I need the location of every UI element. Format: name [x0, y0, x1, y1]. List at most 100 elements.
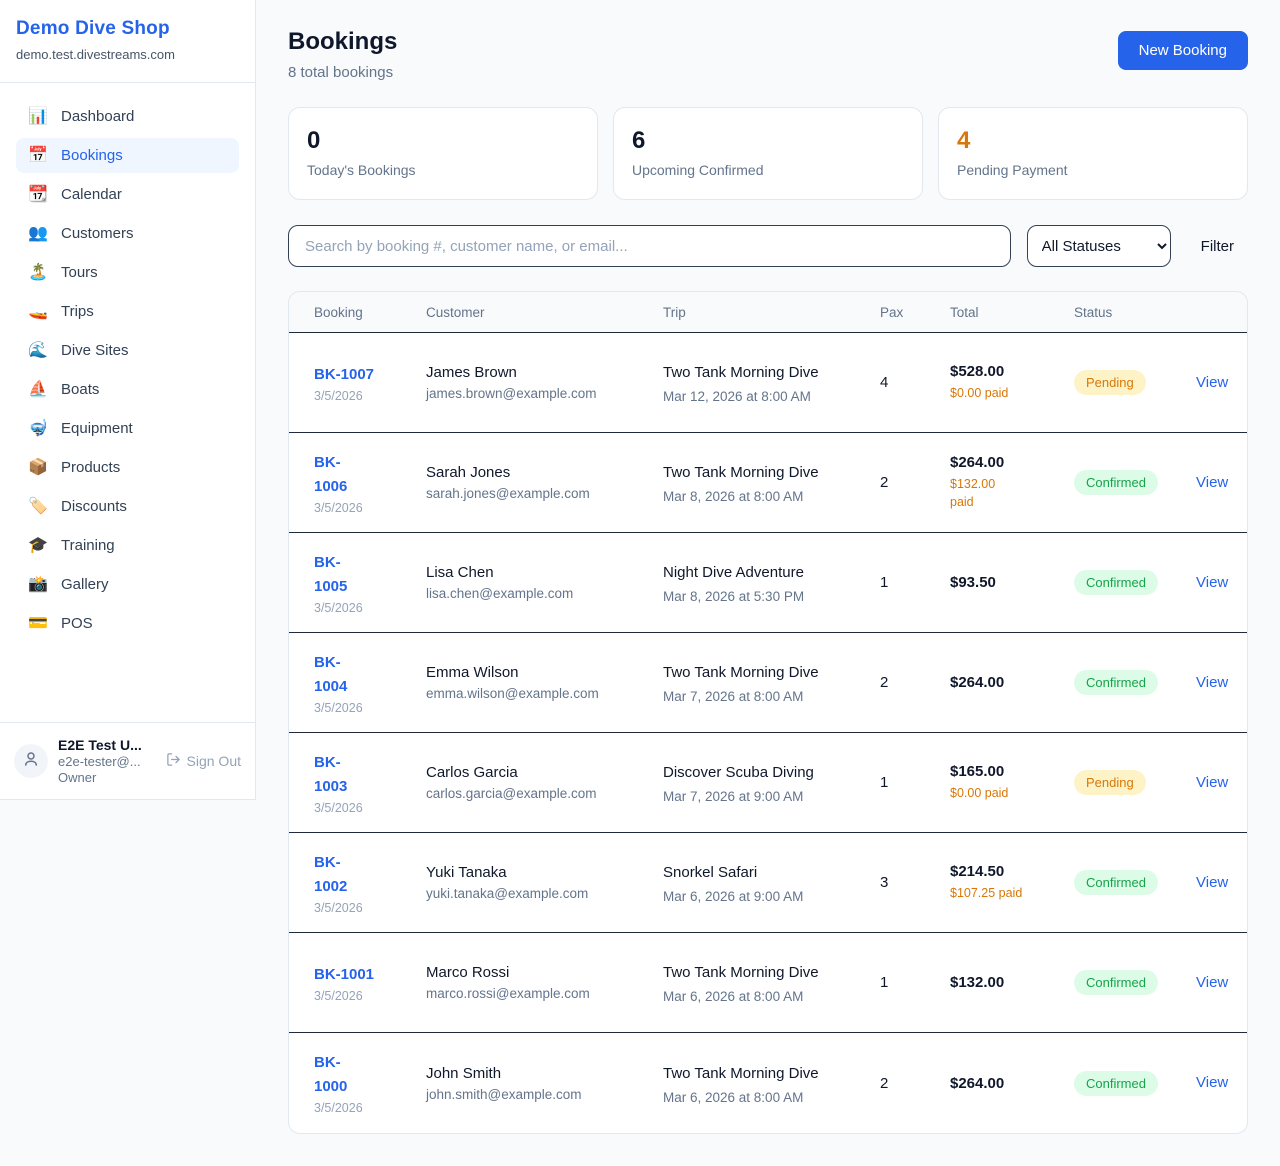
pax-value: 2 [880, 474, 950, 491]
sidebar-item-gallery[interactable]: 📸 Gallery [16, 567, 239, 602]
booking-date: 3/5/2026 [314, 601, 412, 615]
credit-card-icon: 💳 [28, 616, 48, 632]
pax-value: 4 [880, 374, 950, 391]
sidebar-item-pos[interactable]: 💳 POS [16, 606, 239, 641]
sidebar-item-trips[interactable]: 🚤 Trips [16, 294, 239, 329]
column-header-pax: Pax [880, 305, 950, 320]
customer-name: James Brown [426, 364, 649, 381]
pax-value: 1 [880, 574, 950, 591]
customer-email: carlos.garcia@example.com [426, 786, 649, 801]
customer-email: sarah.jones@example.com [426, 486, 649, 501]
view-link[interactable]: View [1196, 874, 1228, 891]
sidebar-item-tours[interactable]: 🏝️ Tours [16, 255, 239, 290]
sidebar-item-calendar[interactable]: 📆 Calendar [16, 177, 239, 212]
pax-value: 1 [880, 774, 950, 791]
trip-datetime: Mar 12, 2026 at 8:00 AM [663, 389, 866, 404]
table-row: BK- 1003 3/5/2026 Carlos Garcia carlos.g… [289, 733, 1247, 833]
customer-name: Emma Wilson [426, 664, 649, 681]
status-badge: Confirmed [1074, 670, 1158, 695]
person-icon [22, 750, 40, 773]
status-badge: Pending [1074, 370, 1146, 395]
column-header-status: Status [1074, 305, 1196, 320]
view-link[interactable]: View [1196, 474, 1228, 491]
stat-card-pending-payment: 4 Pending Payment [938, 107, 1248, 200]
sailboat-icon: ⛵ [28, 382, 48, 398]
shop-domain: demo.test.divestreams.com [16, 47, 239, 62]
island-icon: 🏝️ [28, 265, 48, 281]
status-badge: Confirmed [1074, 970, 1158, 995]
sidebar-nav: 📊 Dashboard 📅 Bookings 📆 Calendar 👥 Cust… [0, 83, 255, 722]
column-header-total: Total [950, 305, 1074, 320]
user-email: e2e-tester@... [58, 754, 156, 769]
sidebar-item-customers[interactable]: 👥 Customers [16, 216, 239, 251]
booking-date: 3/5/2026 [314, 389, 412, 403]
user-info: E2E Test U... e2e-tester@... Owner [58, 737, 156, 785]
user-name: E2E Test U... [58, 737, 156, 753]
customer-name: Yuki Tanaka [426, 864, 649, 881]
booking-id-link[interactable]: BK- 1003 [314, 751, 347, 799]
stat-label: Today's Bookings [307, 162, 579, 178]
total-amount: $93.50 [950, 574, 1060, 591]
page-header: Bookings 8 total bookings New Booking [288, 28, 1248, 81]
sidebar-item-training[interactable]: 🎓 Training [16, 528, 239, 563]
sidebar-item-bookings[interactable]: 📅 Bookings [16, 138, 239, 173]
sign-out-button[interactable]: Sign Out [166, 752, 241, 770]
view-link[interactable]: View [1196, 574, 1228, 591]
sidebar-item-dashboard[interactable]: 📊 Dashboard [16, 99, 239, 134]
trip-name: Two Tank Morning Dive [663, 961, 841, 985]
speedboat-icon: 🚤 [28, 304, 48, 320]
view-link[interactable]: View [1196, 674, 1228, 691]
trip-name: Two Tank Morning Dive [663, 1062, 841, 1086]
customer-email: emma.wilson@example.com [426, 686, 649, 701]
view-link[interactable]: View [1196, 374, 1228, 391]
trip-name: Two Tank Morning Dive [663, 661, 841, 685]
customer-email: john.smith@example.com [426, 1087, 649, 1102]
view-link[interactable]: View [1196, 1074, 1228, 1091]
table-row: BK- 1002 3/5/2026 Yuki Tanaka yuki.tanak… [289, 833, 1247, 933]
customer-email: james.brown@example.com [426, 386, 649, 401]
sidebar-item-boats[interactable]: ⛵ Boats [16, 372, 239, 407]
status-badge: Confirmed [1074, 570, 1158, 595]
booking-date: 3/5/2026 [314, 901, 412, 915]
total-amount: $528.00 [950, 363, 1060, 380]
new-booking-button[interactable]: New Booking [1118, 31, 1248, 70]
search-input[interactable] [288, 225, 1011, 267]
booking-id-link[interactable]: BK-1007 [314, 363, 374, 387]
booking-id-link[interactable]: BK- 1006 [314, 451, 347, 499]
calendar-icon: 📆 [28, 187, 48, 203]
stat-label: Pending Payment [957, 162, 1229, 178]
trip-datetime: Mar 8, 2026 at 8:00 AM [663, 489, 866, 504]
status-select[interactable]: All Statuses [1027, 225, 1171, 267]
sidebar-item-equipment[interactable]: 🤿 Equipment [16, 411, 239, 446]
user-role: Owner [58, 770, 156, 785]
booking-id-link[interactable]: BK- 1004 [314, 651, 347, 699]
sidebar-header: Demo Dive Shop demo.test.divestreams.com [0, 0, 255, 83]
sidebar-user-section: E2E Test U... e2e-tester@... Owner Sign … [0, 722, 255, 799]
trip-datetime: Mar 6, 2026 at 9:00 AM [663, 889, 866, 904]
filter-button[interactable]: Filter [1187, 238, 1248, 255]
sidebar-item-products[interactable]: 📦 Products [16, 450, 239, 485]
booking-id-link[interactable]: BK- 1000 [314, 1051, 347, 1099]
table-row: BK- 1004 3/5/2026 Emma Wilson emma.wilso… [289, 633, 1247, 733]
trip-name: Two Tank Morning Dive [663, 461, 841, 485]
sidebar-item-dive-sites[interactable]: 🌊 Dive Sites [16, 333, 239, 368]
view-link[interactable]: View [1196, 974, 1228, 991]
trip-name: Two Tank Morning Dive [663, 361, 841, 385]
column-header-customer: Customer [426, 305, 663, 320]
customer-name: Marco Rossi [426, 964, 649, 981]
stat-card-todays-bookings: 0 Today's Bookings [288, 107, 598, 200]
column-header-booking: Booking [314, 305, 426, 320]
sidebar-item-discounts[interactable]: 🏷️ Discounts [16, 489, 239, 524]
booking-id-link[interactable]: BK- 1002 [314, 851, 347, 899]
view-link[interactable]: View [1196, 774, 1228, 791]
booking-date: 3/5/2026 [314, 701, 412, 715]
booking-id-link[interactable]: BK- 1005 [314, 551, 347, 599]
trip-name: Discover Scuba Diving [663, 761, 841, 785]
table-header-row: Booking Customer Trip Pax Total Status [289, 292, 1247, 333]
trip-datetime: Mar 6, 2026 at 8:00 AM [663, 989, 866, 1004]
table-row: BK- 1000 3/5/2026 John Smith john.smith@… [289, 1033, 1247, 1133]
booking-id-link[interactable]: BK-1001 [314, 963, 374, 987]
shop-name: Demo Dive Shop [16, 18, 239, 40]
pax-value: 2 [880, 1075, 950, 1092]
trip-datetime: Mar 8, 2026 at 5:30 PM [663, 589, 866, 604]
